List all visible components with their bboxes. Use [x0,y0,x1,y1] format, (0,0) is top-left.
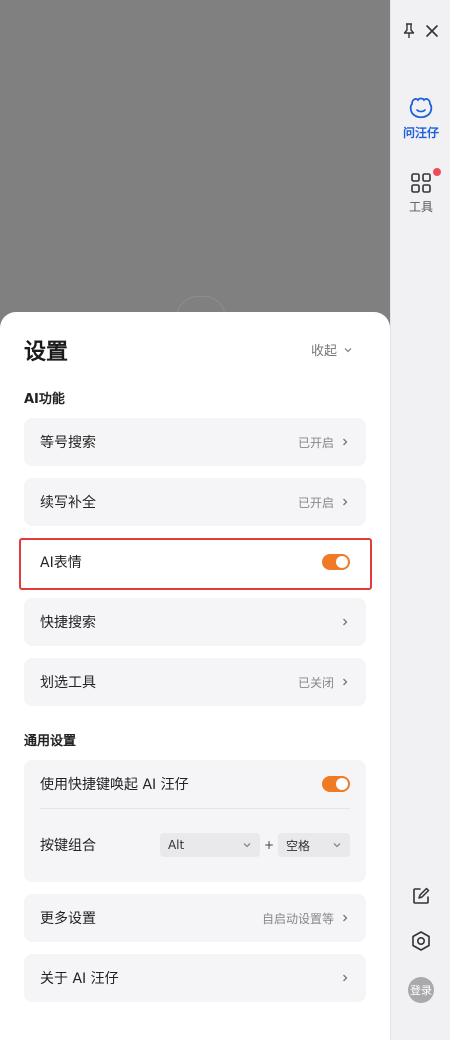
shortcut-row: 使用快捷键唤起 AI 汪仔 [40,760,350,808]
collapse-button[interactable]: 收起 [311,340,353,359]
grid-icon [411,173,431,193]
row-label: 等号搜索 [40,435,96,451]
section-title-general: 通用设置 [24,734,77,749]
toggle-knob [336,778,348,790]
sidebar-item-label: 问汪仔 [402,126,439,140]
pin-icon[interactable] [401,22,417,40]
row-status: 已开启 [297,495,334,510]
key-combo-label: 按键组合 [40,838,96,854]
row-ai-emoji: AI表情 [24,538,366,586]
row-label: 快捷搜索 [40,615,96,631]
ai-emoji-toggle[interactable] [322,554,350,570]
mascot-icon [409,97,433,119]
row-label: 划选工具 [40,675,96,691]
chevron-right-icon [343,618,348,626]
sidebar-item-tools[interactable]: 工具 [391,168,450,215]
chevron-right-icon [343,974,348,982]
key-combo-row: 按键组合 Alt + 空格 [40,820,350,870]
key2-value: 空格 [286,838,311,853]
settings-panel: 设置 收起 AI功能 等号搜索 已开启 续写补全 已开启 AI表情 快捷搜索 划… [0,312,390,1040]
login-avatar: 登录 [408,977,434,1003]
chevron-right-icon [343,914,348,922]
key1-value: Alt [167,838,185,852]
shortcut-toggle[interactable] [322,776,350,792]
edit-button[interactable] [391,886,450,906]
row-equal-search[interactable]: 等号搜索 已开启 [24,418,366,466]
row-status: 已关闭 [297,675,334,690]
close-icon[interactable] [423,22,441,40]
row-label: 关于 AI 汪仔 [40,971,119,987]
row-quick-search[interactable]: 快捷搜索 [24,598,366,646]
chevron-down-icon [243,843,251,848]
key-combo: Alt + 空格 [159,833,350,857]
shortcut-label: 使用快捷键唤起 AI 汪仔 [40,777,189,793]
chevron-right-icon [343,438,348,446]
chevron-down-icon [333,843,341,848]
row-about[interactable]: 关于 AI 汪仔 [24,954,366,1002]
row-status: 已开启 [297,435,334,450]
row-selection-tool[interactable]: 划选工具 已关闭 [24,658,366,706]
chevron-down-icon [344,347,352,352]
row-more-settings[interactable]: 更多设置 自启动设置等 [24,894,366,942]
collapse-label: 收起 [311,344,338,359]
section-title-ai: AI功能 [24,392,65,407]
divider [40,808,350,809]
key2-select[interactable]: 空格 [278,833,350,857]
window-controls [391,20,450,42]
row-label: 续写补全 [40,495,96,511]
row-continue-write[interactable]: 续写补全 已开启 [24,478,366,526]
login-button[interactable]: 登录 [391,977,450,1003]
sidebar-item-ask[interactable]: 问汪仔 [391,96,450,141]
page-title: 设置 [24,340,69,365]
right-sidebar: 问汪仔 工具 登录 [390,0,450,1040]
chevron-right-icon [343,498,348,506]
row-label: 更多设置 [40,911,96,927]
key1-select[interactable]: Alt [159,833,260,857]
edit-icon [413,887,430,904]
notification-dot [433,168,441,176]
plus-sign: + [263,838,274,852]
sidebar-item-label: 工具 [408,200,433,214]
row-label: AI表情 [40,555,82,571]
chevron-right-icon [343,678,348,686]
shortcut-group: 使用快捷键唤起 AI 汪仔 按键组合 Alt + 空格 [24,760,366,882]
hexagon-settings-icon [412,931,430,951]
settings-button[interactable] [391,930,450,952]
toggle-knob [336,556,348,568]
row-status: 自启动设置等 [261,911,334,926]
